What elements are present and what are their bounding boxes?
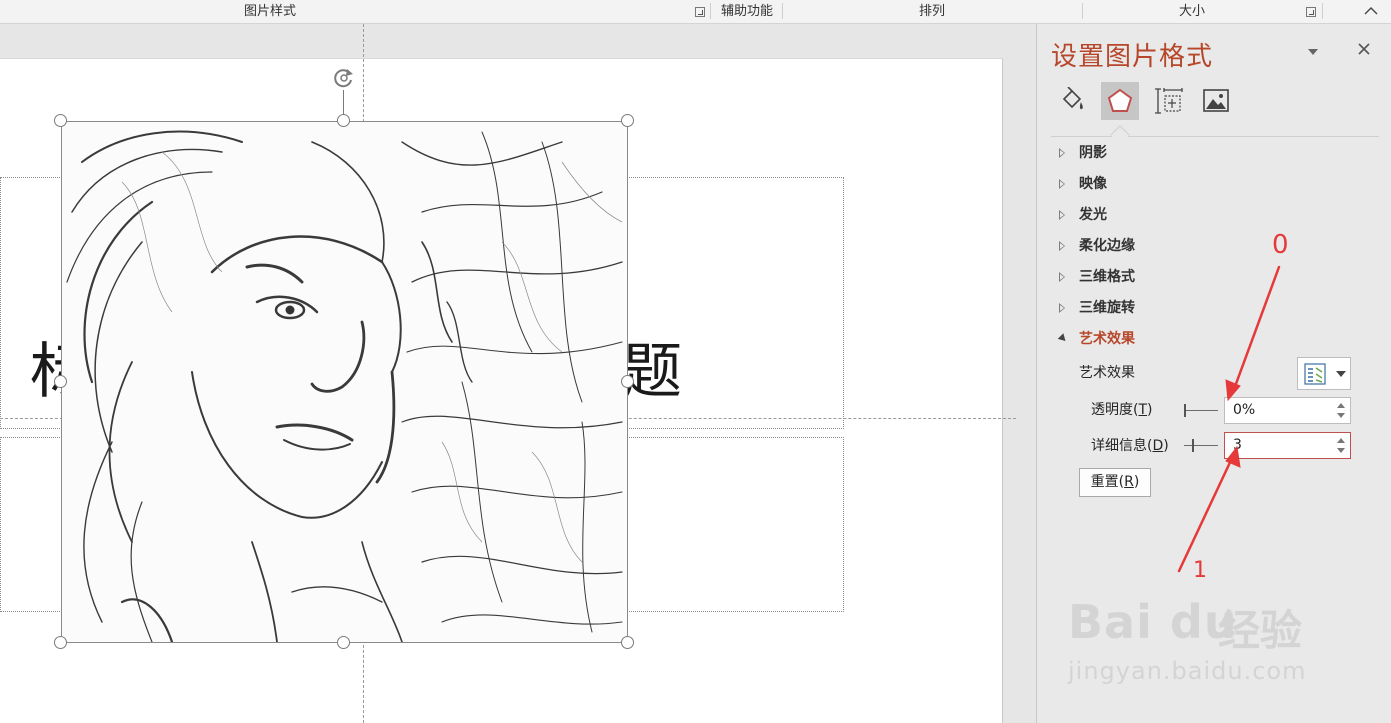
arrow-to-detail xyxy=(1177,454,1235,573)
ribbon-separator xyxy=(710,3,711,19)
watermark-logo: Bai du xyxy=(1068,595,1238,649)
resize-handle-left[interactable] xyxy=(54,375,67,388)
ribbon-group-picture-styles: 图片样式 xyxy=(243,4,296,19)
sketch-portrait-image xyxy=(66,130,623,642)
size-launcher-icon[interactable] xyxy=(1306,7,1316,17)
ribbon-group-size: 大小 xyxy=(1178,4,1205,19)
resize-handle-bottom[interactable] xyxy=(337,636,350,649)
baidu-jingyan-watermark: Bai du 经验 jingyan.baidu.com xyxy=(1068,595,1318,695)
title-text-right: 题 xyxy=(622,337,682,407)
ribbon-group-accessibility: 辅助功能 xyxy=(720,4,773,19)
watermark-cn: 经验 xyxy=(1218,606,1303,655)
rotation-handle[interactable] xyxy=(331,65,357,91)
resize-handle-top-right[interactable] xyxy=(621,114,634,127)
slide-canvas[interactable]: 标 题 xyxy=(0,24,1036,723)
picture-styles-launcher-icon[interactable] xyxy=(695,7,705,17)
resize-handle-bottom-right[interactable] xyxy=(621,636,634,649)
resize-handle-top-left[interactable] xyxy=(54,114,67,127)
collapse-ribbon-button[interactable] xyxy=(1352,0,1391,24)
ribbon-group-arrange: 排列 xyxy=(918,4,945,19)
selected-picture-sketch[interactable] xyxy=(61,121,628,643)
resize-handle-right[interactable] xyxy=(621,375,634,388)
resize-handle-bottom-left[interactable] xyxy=(54,636,67,649)
arrowhead-icon xyxy=(1225,379,1241,402)
arrow-to-transparency xyxy=(1231,265,1281,394)
rotate-icon xyxy=(334,69,353,88)
ribbon-separator xyxy=(1322,3,1323,19)
app-window: 图片样式 辅助功能 排列 大小 标 题 设置图片格式 阴影 映像 发光 柔化边缘… xyxy=(0,0,1391,723)
ribbon-group-bar: 图片样式 辅助功能 排列 大小 xyxy=(0,0,1391,24)
chevron-up-icon xyxy=(1364,7,1378,15)
resize-handle-top[interactable] xyxy=(337,114,350,127)
watermark-url: jingyan.baidu.com xyxy=(1068,657,1307,685)
